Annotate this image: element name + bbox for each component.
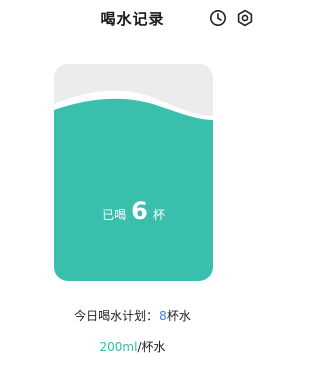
plan-value: 8 <box>159 309 167 323</box>
drink-prefix: 已喝 <box>102 208 127 222</box>
cup-amount: 200ml <box>99 340 138 354</box>
clock-icon <box>210 10 226 26</box>
header-bar: 喝水记录 <box>0 0 265 36</box>
cup-per: /杯水 <box>137 340 166 354</box>
plan-label: 今日喝水计划： <box>74 309 159 323</box>
water-fill <box>54 90 213 281</box>
cup-size[interactable]: 200ml/杯水 <box>0 338 265 355</box>
drink-count-line: 已喝 6 杯 <box>54 197 213 227</box>
plan-value-suffix: 杯水 <box>166 309 191 323</box>
drink-count: 6 <box>131 197 148 225</box>
settings-button[interactable] <box>236 9 254 27</box>
settings-icon <box>237 9 253 27</box>
drink-suffix: 杯 <box>152 208 165 222</box>
daily-plan[interactable]: 今日喝水计划：8杯水 <box>0 307 265 324</box>
water-body <box>54 98 213 281</box>
water-cup[interactable]: 已喝 6 杯 <box>54 64 213 281</box>
history-button[interactable] <box>209 9 227 27</box>
